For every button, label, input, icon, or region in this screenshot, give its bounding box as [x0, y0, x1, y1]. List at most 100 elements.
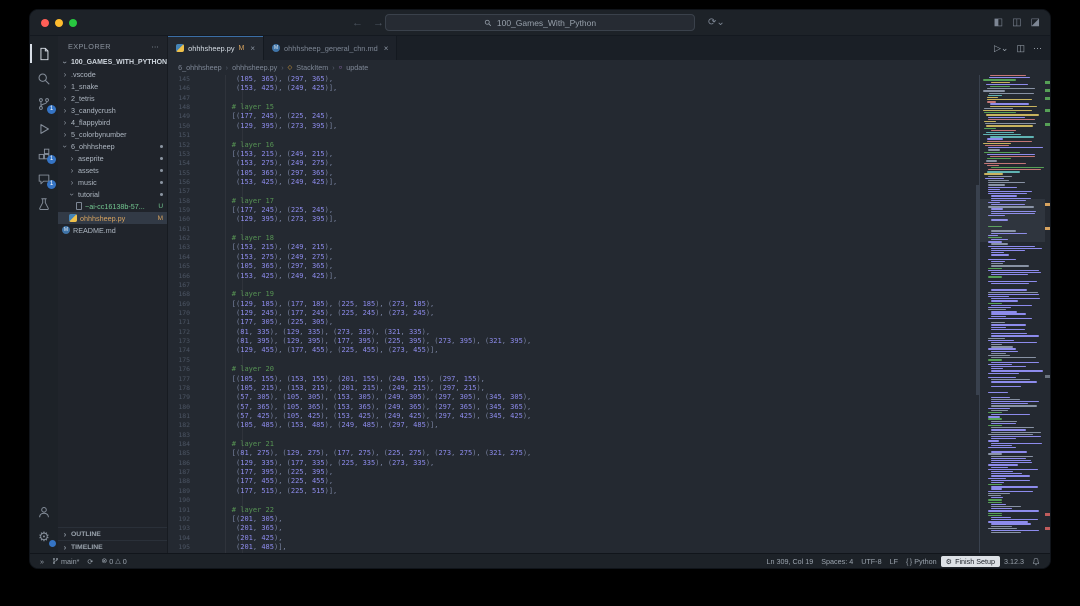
activitybar-chat[interactable]: 1	[30, 166, 58, 191]
minimap-slider[interactable]	[980, 199, 1045, 242]
line-number[interactable]: 172	[168, 328, 198, 337]
tree-item-aseprite[interactable]: › aseprite	[58, 152, 167, 164]
line-number[interactable]: 186	[168, 459, 198, 468]
line-number[interactable]: 170	[168, 309, 198, 318]
code-line[interactable]: 161	[168, 225, 979, 234]
tree-item-4_flappybird[interactable]: › 4_flappybird	[58, 116, 167, 128]
line-number[interactable]: 147	[168, 94, 198, 103]
tree-item-6_ohhhsheep[interactable]: › 6_ohhhsheep	[58, 140, 167, 152]
language-mode-item[interactable]: { } Python	[902, 557, 941, 566]
code-line[interactable]: 187 (177, 395), (225, 395),	[168, 468, 979, 477]
line-number[interactable]: 180	[168, 403, 198, 412]
line-number[interactable]: 156	[168, 178, 198, 187]
code-line[interactable]: 164 (153, 275), (249, 275),	[168, 253, 979, 262]
finish-setup-button[interactable]: ⚙ Finish Setup	[940, 555, 1001, 567]
code-line[interactable]: 177 [(105, 155), (153, 155), (201, 155),…	[168, 375, 979, 384]
code-line[interactable]: 189 (177, 515), (225, 515)],	[168, 487, 979, 496]
line-number[interactable]: 178	[168, 384, 198, 393]
code-line[interactable]: 183	[168, 431, 979, 440]
line-number[interactable]: 160	[168, 215, 198, 224]
code-line[interactable]: 163 [(153, 215), (249, 215),	[168, 243, 979, 252]
code-line[interactable]: 168 # layer 19	[168, 290, 979, 299]
tree-item-assets[interactable]: › assets	[58, 164, 167, 176]
sync-button[interactable]: ⟳	[83, 557, 97, 566]
line-number[interactable]: 190	[168, 496, 198, 505]
code-line[interactable]: 160 (129, 395), (273, 395)],	[168, 215, 979, 224]
close-tab-icon[interactable]: ×	[384, 44, 389, 53]
line-number[interactable]: 165	[168, 262, 198, 271]
line-number[interactable]: 181	[168, 412, 198, 421]
toggle-panel-icon[interactable]: ◫	[1012, 17, 1021, 28]
tree-item-ohhhsheep.py[interactable]: ohhhsheep.py M	[58, 212, 168, 224]
line-number[interactable]: 195	[168, 543, 198, 552]
code-line[interactable]: 149 [(177, 245), (225, 245),	[168, 112, 979, 121]
code-line[interactable]: 150 (129, 395), (273, 395)],	[168, 122, 979, 131]
code-line[interactable]: 180 (57, 365), (105, 365), (153, 365), (…	[168, 403, 979, 412]
line-number[interactable]: 159	[168, 206, 198, 215]
code-line[interactable]: 166 (153, 425), (249, 425)],	[168, 272, 979, 281]
tree-item-1_snake[interactable]: › 1_snake	[58, 80, 167, 92]
tab-ohhhsheep_general_chn.md[interactable]: Mohhhsheep_general_chn.md ×	[264, 36, 398, 60]
line-number[interactable]: 173	[168, 337, 198, 346]
code-editor[interactable]: 145 (105, 365), (297, 365), 146 (153, 425…	[168, 75, 979, 553]
line-number[interactable]: 148	[168, 103, 198, 112]
tab-ohhhsheep.py[interactable]: ohhhsheep.py M ×	[168, 36, 265, 60]
line-number[interactable]: 150	[168, 122, 198, 131]
code-line[interactable]: 156 (153, 425), (249, 425)],	[168, 178, 979, 187]
tree-item-.vscode[interactable]: › .vscode	[58, 68, 167, 80]
minimize-window-button[interactable]	[55, 18, 63, 27]
line-number[interactable]: 154	[168, 159, 198, 168]
activitybar-explorer[interactable]	[30, 41, 58, 66]
code-line[interactable]: 192 [(201, 305),	[168, 515, 979, 524]
line-number[interactable]: 152	[168, 141, 198, 150]
activitybar-search[interactable]	[30, 66, 58, 91]
line-number[interactable]: 149	[168, 112, 198, 121]
code-line[interactable]: 178 (105, 215), (153, 215), (201, 215), …	[168, 384, 979, 393]
outline-panel[interactable]: › OUTLINE	[58, 527, 168, 540]
activitybar-extensions[interactable]: 1	[30, 141, 58, 166]
line-number[interactable]: 184	[168, 440, 198, 449]
line-number[interactable]: 151	[168, 131, 198, 140]
code-line[interactable]: 148 # layer 15	[168, 103, 979, 112]
encoding-item[interactable]: UTF-8	[857, 557, 885, 566]
code-line[interactable]: 155 (105, 365), (297, 365),	[168, 169, 979, 178]
code-line[interactable]: 184 # layer 21	[168, 440, 979, 449]
code-line[interactable]: 174 (129, 455), (177, 455), (225, 455), …	[168, 346, 979, 355]
split-editor-icon[interactable]: ◫	[1016, 43, 1025, 54]
copilot-icon[interactable]: ⟳⌄	[708, 17, 725, 28]
close-window-button[interactable]	[41, 18, 49, 27]
line-number[interactable]: 174	[168, 346, 198, 355]
line-number[interactable]: 168	[168, 290, 198, 299]
line-number[interactable]: 146	[168, 84, 198, 93]
tree-item-README.md[interactable]: M README.md	[58, 224, 167, 236]
tree-item-3_candycrush[interactable]: › 3_candycrush	[58, 104, 167, 116]
code-line[interactable]: 167	[168, 281, 979, 290]
line-number[interactable]: 169	[168, 300, 198, 309]
line-number[interactable]: 155	[168, 169, 198, 178]
code-line[interactable]: 170 (129, 245), (177, 245), (225, 245), …	[168, 309, 979, 318]
line-number[interactable]: 179	[168, 393, 198, 402]
minimap[interactable]	[979, 75, 1045, 553]
code-line[interactable]: 157	[168, 187, 979, 196]
code-line[interactable]: 190	[168, 496, 979, 505]
line-number[interactable]: 161	[168, 225, 198, 234]
run-python-file-icon[interactable]: ▷⌄	[994, 43, 1008, 54]
line-number[interactable]: 187	[168, 468, 198, 477]
code-line[interactable]: 182 (105, 485), (153, 485), (249, 485), …	[168, 421, 979, 430]
breadcrumb-item[interactable]: ohhhsheep.py	[232, 63, 277, 72]
code-line[interactable]: 169 [(129, 185), (177, 185), (225, 185),…	[168, 300, 979, 309]
remote-indicator[interactable]: »	[36, 557, 48, 566]
line-number[interactable]: 158	[168, 197, 198, 206]
activitybar-testing[interactable]	[30, 191, 58, 216]
line-number[interactable]: 171	[168, 318, 198, 327]
code-line[interactable]: 153 [(153, 215), (249, 215),	[168, 150, 979, 159]
code-line[interactable]: 179 (57, 305), (105, 305), (153, 305), (…	[168, 393, 979, 402]
problems-item[interactable]: ⊗ 0 △ 0	[97, 557, 130, 566]
code-line[interactable]: 175	[168, 356, 979, 365]
nav-back-icon[interactable]: ←	[352, 17, 363, 29]
code-line[interactable]: 188 (177, 455), (225, 455),	[168, 477, 979, 486]
toggle-sidebar-icon[interactable]: ◧	[994, 17, 1003, 28]
code-line[interactable]: 165 (105, 365), (297, 365),	[168, 262, 979, 271]
line-number[interactable]: 162	[168, 234, 198, 243]
line-number[interactable]: 176	[168, 365, 198, 374]
